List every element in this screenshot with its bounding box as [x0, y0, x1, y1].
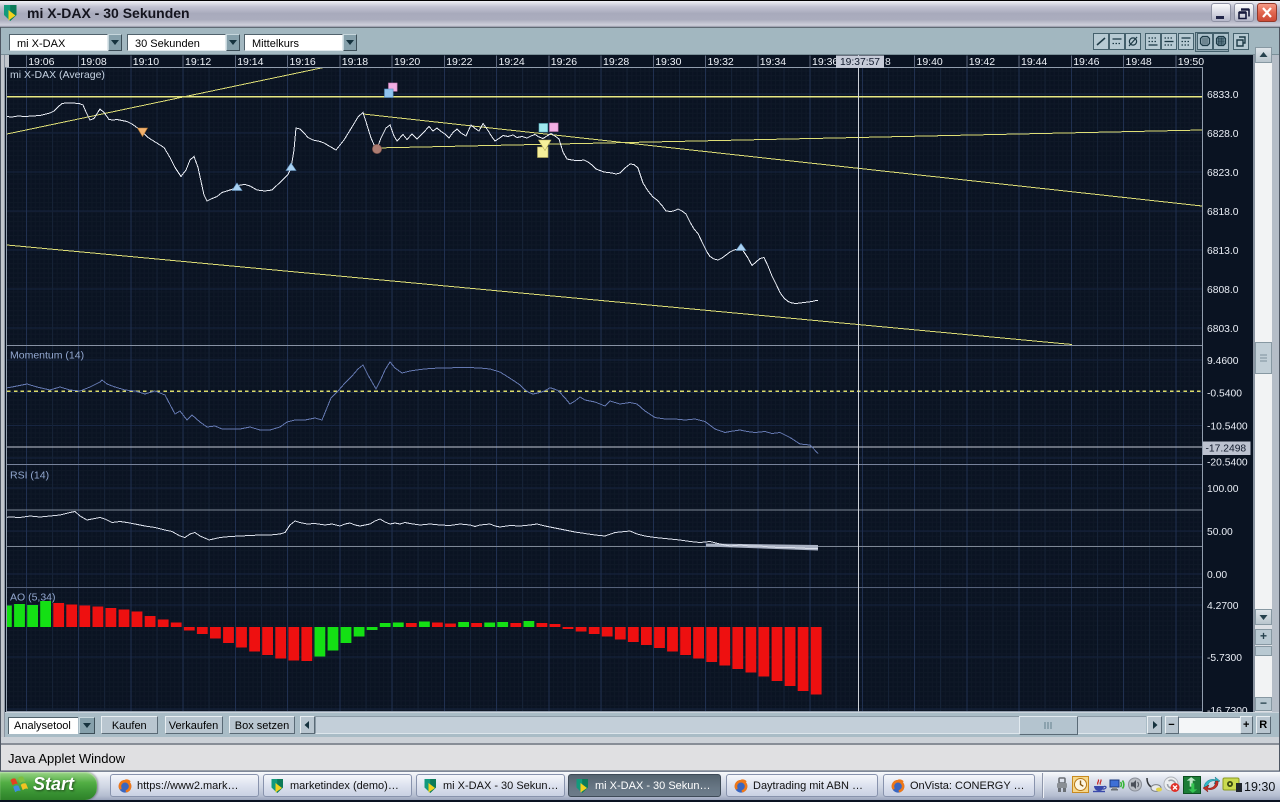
- svg-text:100.00: 100.00: [1207, 484, 1239, 495]
- svg-text:19:26: 19:26: [551, 56, 577, 68]
- svg-text:50.00: 50.00: [1207, 527, 1233, 538]
- svg-text:19:36: 19:36: [812, 56, 838, 68]
- svg-text:19:42: 19:42: [969, 56, 995, 68]
- svg-text:19:20: 19:20: [394, 56, 420, 68]
- svg-text:19:50: 19:50: [1178, 56, 1204, 68]
- svg-text:6833.0: 6833.0: [1207, 90, 1239, 101]
- svg-text:6803.0: 6803.0: [1207, 324, 1239, 335]
- svg-text:19:34: 19:34: [760, 56, 786, 68]
- svg-text:AO (5,34): AO (5,34): [10, 592, 56, 604]
- svg-text:Momentum (14): Momentum (14): [10, 350, 84, 362]
- svg-text:6808.0: 6808.0: [1207, 285, 1239, 296]
- svg-text:19:06: 19:06: [28, 56, 54, 68]
- svg-text:9.4600: 9.4600: [1207, 356, 1239, 367]
- svg-text:0.00: 0.00: [1207, 570, 1227, 581]
- svg-text:19:37:57: 19:37:57: [840, 57, 880, 68]
- svg-text:19:30: 19:30: [655, 56, 681, 68]
- svg-text:6823.0: 6823.0: [1207, 168, 1239, 179]
- svg-text:8: 8: [885, 57, 891, 68]
- svg-text:19:28: 19:28: [603, 56, 629, 68]
- svg-text:19:16: 19:16: [290, 56, 316, 68]
- svg-text:19:10: 19:10: [133, 56, 159, 68]
- svg-text:19:18: 19:18: [342, 56, 368, 68]
- svg-text:19:22: 19:22: [446, 56, 472, 68]
- svg-text:19:40: 19:40: [917, 56, 943, 68]
- svg-text:-10.5400: -10.5400: [1207, 421, 1248, 432]
- svg-text:6813.0: 6813.0: [1207, 246, 1239, 257]
- svg-text:6828.0: 6828.0: [1207, 129, 1239, 140]
- svg-text:RSI (14): RSI (14): [10, 470, 49, 482]
- svg-text:19:08: 19:08: [81, 56, 107, 68]
- svg-text:6818.0: 6818.0: [1207, 207, 1239, 218]
- svg-text:19:24: 19:24: [499, 56, 525, 68]
- svg-text:19:46: 19:46: [1073, 56, 1099, 68]
- svg-text:-17.2498: -17.2498: [1206, 444, 1247, 455]
- svg-text:-0.5400: -0.5400: [1207, 389, 1242, 400]
- svg-text:19:44: 19:44: [1021, 56, 1047, 68]
- svg-text:-5.7300: -5.7300: [1207, 653, 1242, 664]
- svg-text:19:48: 19:48: [1126, 56, 1152, 68]
- svg-text:19:14: 19:14: [237, 56, 263, 68]
- svg-text:4.2700: 4.2700: [1207, 601, 1239, 612]
- svg-text:mi X-DAX (Average): mi X-DAX (Average): [10, 69, 105, 81]
- svg-text:19:32: 19:32: [708, 56, 734, 68]
- svg-text:19:12: 19:12: [185, 56, 211, 68]
- svg-text:-20.5400: -20.5400: [1207, 458, 1248, 469]
